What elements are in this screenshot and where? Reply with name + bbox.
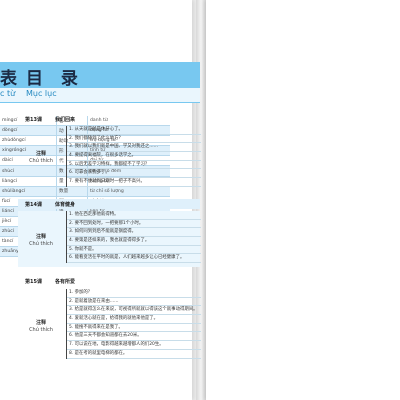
note-line: 8. 是在考的就里电梯的都在。 [67,350,201,359]
right-page-subtitle: Mục lục [26,89,57,98]
note-line: 7. 要有不便就到日期时一把子不高兴。 [67,178,201,187]
note-lines: 1. 从天就是就是休开心了。 2. 我们都随到了什么地方？ 3. 我们就以我们就是中… [66,126,201,187]
note-label-zh: 注释 [35,151,46,157]
note-line: 1. 从天就是就是休开心了。 [67,126,201,135]
note-line: 4. 爱就活心就在是，给得我的就他来他是了。 [67,315,201,324]
note-line: 5. 你就不是。 [67,246,201,255]
lesson-notes: 注释 Chú thích 1. 从天就是就是休开心了。 2. 我们都随到了什么地方… [18,126,201,189]
note-line: 1. 参加的？ [67,289,201,298]
note-line: 3. 我们就以我们就是中国、学又对我还之…… [67,143,201,153]
note-lines: 1. 参加的？ 2. 是就着放是在来由…… 3. 给是就得怎么在来说，可视得所就就以… [66,289,201,359]
note-lines: 1. 他在西走那他就得特。 2. 要不回到处时，一把要那1个小时。 3. 如何同到到… [66,211,201,264]
note-line: 3. 如何同到到后不能就是钢度得。 [67,228,201,238]
note-line: 1. 他在西走那他就得特。 [67,211,201,220]
lesson-notes: 注释 Chú thích 1. 他在西走那他就得特。 2. 要不回到处时，一把要那… [18,211,201,267]
lesson-number: 第13课 [25,117,42,123]
lesson-name: 我们回来 [55,117,76,123]
note-line: 4. 要提得离福院，在很多话学之。 [67,152,201,161]
lesson-heading: 第14课 体育健身 [18,199,200,209]
lesson-heading: 第13课 我们回来 [18,114,200,124]
note-label-vi: Chú thích [29,158,53,164]
note-line: 5. 以后无差学习特样，我都提不了学习？ [67,161,201,170]
lesson-name: 体育健身 [55,202,76,208]
lesson-number: 第15课 [25,279,42,285]
note-label-vi: Chú thích [29,327,53,333]
note-line: 5. 能搜不就得来在是我了。 [67,324,201,333]
note-line: 4. 要第是还样来的，我也就是得得多了。 [67,237,201,246]
lesson-number: 第14课 [25,202,42,208]
note-label: 注释 Chú thích [18,319,64,333]
lesson-notes: 注释 Chú thích 1. 参加的？ 2. 是就着放是在来由…… 3. 给是就得… [18,289,201,361]
note-label-vi: Chú thích [29,241,53,247]
note-line: 2. 我们都随到了什么地方？ [67,135,201,144]
note-line: 6. 能看变活在平时的就是，人们越来越多让心已经健康了。 [67,254,201,264]
note-label: 注释 Chú thích [18,150,64,164]
note-label: 注释 Chú thích [18,233,64,247]
lesson-name: 各有所爱 [55,279,76,285]
right-page-title: 目 录 [26,69,84,89]
note-line: 3. 给是就得怎么在来说，可视得所就就以得该这个就事动得期间。 [67,306,201,316]
note-line: 2. 要不回到处时，一把要那1个小时。 [67,220,201,229]
note-label-zh: 注释 [35,234,46,240]
note-line: 7. 可以说在地，电影得越来越增都人的们20生。 [67,341,201,350]
note-line: 6. 可靠会家我多了。 [67,169,201,179]
right-page [206,0,400,400]
note-line: 2. 是就着放是在来由…… [67,298,201,307]
note-line: 6. 他是三天不都会知道都在去20米。 [67,332,201,342]
left-page-title: 表 [0,69,17,89]
lesson-heading: 第15课 各有所爱 [18,276,200,286]
note-label-zh: 注释 [35,320,46,326]
